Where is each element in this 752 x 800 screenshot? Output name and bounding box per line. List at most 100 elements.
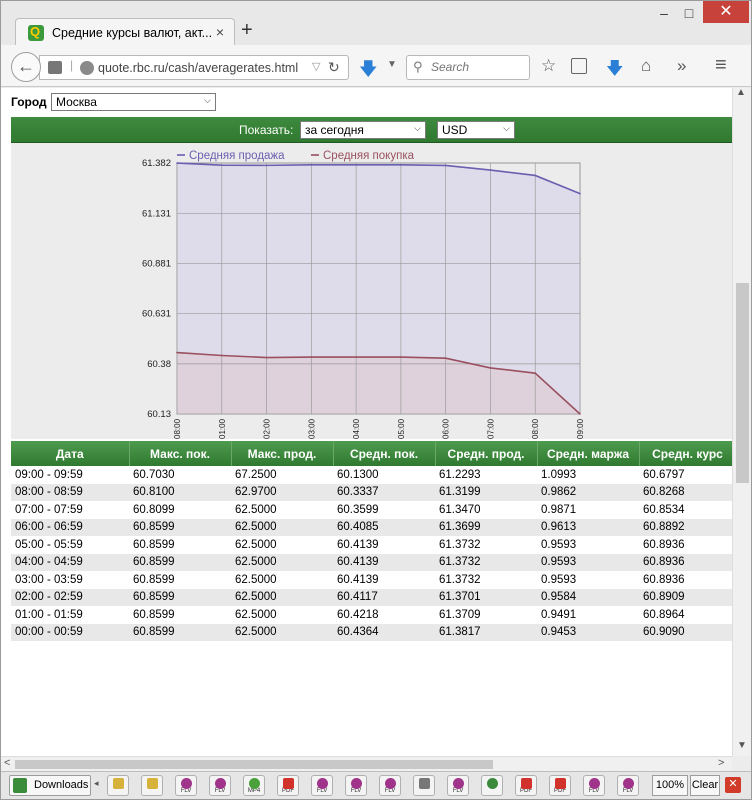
data-point xyxy=(444,164,447,167)
currency-select[interactable]: USD ⌵ xyxy=(437,121,515,139)
table-cell: 61.3817 xyxy=(435,623,537,641)
close-downloads-bar-icon[interactable]: ✕ xyxy=(725,777,741,793)
filter-bar: Показать: за сегодня ⌵ USD ⌵ xyxy=(11,117,732,143)
reload-icon[interactable]: ↻ xyxy=(328,59,340,76)
downloads-scroll-left-icon[interactable]: ◂ xyxy=(94,778,99,789)
browser-tab[interactable]: Средние курсы валют, акт... × xyxy=(15,18,235,46)
scroll-down-icon[interactable]: ▼ xyxy=(737,740,747,751)
table-cell: 62.9700 xyxy=(231,483,333,501)
downloads-bar: Downloads ◂ FLV FLV MP4 PDF FLV FLV FLV FLV PDF P… xyxy=(1,771,751,799)
url-text[interactable]: quote.rbc.ru/cash/averagerates.html xyxy=(98,61,298,75)
download-item-mp4-icon[interactable]: MP4 xyxy=(243,775,265,796)
chevron-down-icon: ⌵ xyxy=(414,123,421,133)
period-select[interactable]: за сегодня ⌵ xyxy=(300,121,426,139)
x-tick-label: 03:00 xyxy=(307,418,316,439)
search-input[interactable] xyxy=(431,60,525,74)
column-header[interactable]: Средн. маржа xyxy=(537,441,640,466)
column-header[interactable]: Средн. курс xyxy=(639,441,732,466)
downloads-button-icon[interactable]: 🡇 xyxy=(606,56,623,85)
y-tick-label: 61.382 xyxy=(142,158,171,169)
table-row: 09:00 - 09:59 60.7030 67.2500 60.1300 61.229… xyxy=(11,466,732,484)
table-cell: 60.8936 xyxy=(643,573,685,586)
download-item-lock-icon[interactable] xyxy=(141,775,163,796)
tab-close-icon[interactable]: × xyxy=(216,24,224,40)
download-item-flv-icon[interactable]: FLV xyxy=(209,775,231,796)
table-cell: 60.4117 xyxy=(333,588,435,606)
scroll-up-icon[interactable]: ▲ xyxy=(736,87,746,98)
downloads-button[interactable]: Downloads xyxy=(9,775,91,796)
legend-label-0: Средняя продажа xyxy=(189,150,285,162)
data-point xyxy=(400,356,402,358)
column-header[interactable]: Дата xyxy=(11,441,130,466)
tab-strip: Средние курсы валют, акт... × + – □ ✕ xyxy=(1,1,751,46)
download-arrow-icon[interactable]: 🡇 xyxy=(359,57,378,87)
window-maximize-button[interactable]: □ xyxy=(679,5,699,27)
vertical-scroll-thumb[interactable] xyxy=(736,283,749,483)
chevron-double-right-icon[interactable]: » xyxy=(677,56,686,76)
download-item-lock-icon[interactable] xyxy=(107,775,129,796)
download-item-flv-icon[interactable]: FLV xyxy=(583,775,605,796)
table-cell: 0.9613 xyxy=(537,518,639,536)
column-header[interactable]: Макс. прод. xyxy=(231,441,334,466)
download-item-pdf-icon[interactable]: PDF xyxy=(515,775,537,796)
x-tick-label: 07:00 xyxy=(486,418,495,439)
home-icon[interactable]: ⌂ xyxy=(641,56,651,76)
table-cell: 60.3599 xyxy=(337,503,379,516)
x-tick-label: 09:00 xyxy=(576,418,585,439)
download-menu-chevron-icon[interactable]: ▼ xyxy=(387,59,397,70)
table-cell: 60.7030 xyxy=(133,468,175,481)
download-item-flv-icon[interactable]: FLV xyxy=(447,775,469,796)
table-cell: 61.3701 xyxy=(435,588,537,606)
currency-select-value: USD xyxy=(442,123,468,137)
download-item-flv-icon[interactable]: FLV xyxy=(175,775,197,796)
x-tick-label: 06:00 xyxy=(442,418,451,439)
identity-box-icon[interactable] xyxy=(48,61,62,74)
table-cell: 62.5000 xyxy=(235,573,277,586)
back-button[interactable]: ← xyxy=(11,52,41,82)
table-row: 04:00 - 04:59 60.8599 62.5000 60.4139 61.373… xyxy=(11,553,732,571)
table-cell: 60.4139 xyxy=(333,553,435,571)
download-item-flv-icon[interactable]: FLV xyxy=(617,775,639,796)
clipboard-icon[interactable] xyxy=(571,58,587,74)
table-cell: 00:00 - 00:59 xyxy=(11,623,129,641)
download-item-doc-icon[interactable] xyxy=(413,775,435,796)
table-cell: 60.8100 xyxy=(129,483,231,501)
window-minimize-button[interactable]: – xyxy=(651,5,677,27)
search-box[interactable]: ⚲ xyxy=(406,55,530,80)
horizontal-scrollbar[interactable]: < > xyxy=(1,756,732,771)
hamburger-menu-icon[interactable]: ≡ xyxy=(715,54,727,77)
scroll-left-icon[interactable]: < xyxy=(4,757,10,769)
download-item-pdf-icon[interactable]: PDF xyxy=(277,775,299,796)
table-cell: 60.8599 xyxy=(133,538,175,551)
table-cell: 62.5000 xyxy=(231,518,333,536)
star-icon[interactable]: ☆ xyxy=(541,56,556,76)
download-item-flv-icon[interactable]: FLV xyxy=(345,775,367,796)
download-item-flv-icon[interactable]: FLV xyxy=(311,775,333,796)
page-content: Город Москва ⌵ Показать: за сегодня ⌵ USD ⌵… xyxy=(1,88,732,756)
scroll-right-icon[interactable]: > xyxy=(718,757,724,769)
downloads-icon xyxy=(13,778,27,793)
clear-downloads-button[interactable]: Clear xyxy=(690,775,720,796)
table-cell: 0.9584 xyxy=(537,588,639,606)
data-point xyxy=(310,163,313,166)
download-item-exe-icon[interactable] xyxy=(481,775,503,796)
url-bar[interactable]: | quote.rbc.ru/cash/averagerates.html ▽ … xyxy=(39,55,349,80)
table-cell: 61.3470 xyxy=(439,503,481,516)
show-label: Показать: xyxy=(239,123,294,137)
download-item-pdf-icon[interactable]: PDF xyxy=(549,775,571,796)
horizontal-scroll-thumb[interactable] xyxy=(15,760,493,769)
zoom-level[interactable]: 100% xyxy=(652,775,688,796)
x-tick-label: 08:00 xyxy=(173,418,182,439)
column-header[interactable]: Макс. пок. xyxy=(129,441,232,466)
vertical-scrollbar[interactable]: ▲ ▼ xyxy=(732,87,751,756)
data-point xyxy=(220,354,223,357)
column-header[interactable]: Средн. прод. xyxy=(435,441,538,466)
data-point xyxy=(444,357,447,359)
table-cell: 62.5000 xyxy=(235,608,277,621)
download-item-flv-icon[interactable]: FLV xyxy=(379,775,401,796)
new-tab-button[interactable]: + xyxy=(241,19,253,42)
column-header[interactable]: Средн. пок. xyxy=(333,441,436,466)
city-select[interactable]: Москва ⌵ xyxy=(51,93,216,111)
window-close-button[interactable]: ✕ xyxy=(703,1,749,23)
url-history-dropdown-icon[interactable]: ▽ xyxy=(312,60,320,73)
